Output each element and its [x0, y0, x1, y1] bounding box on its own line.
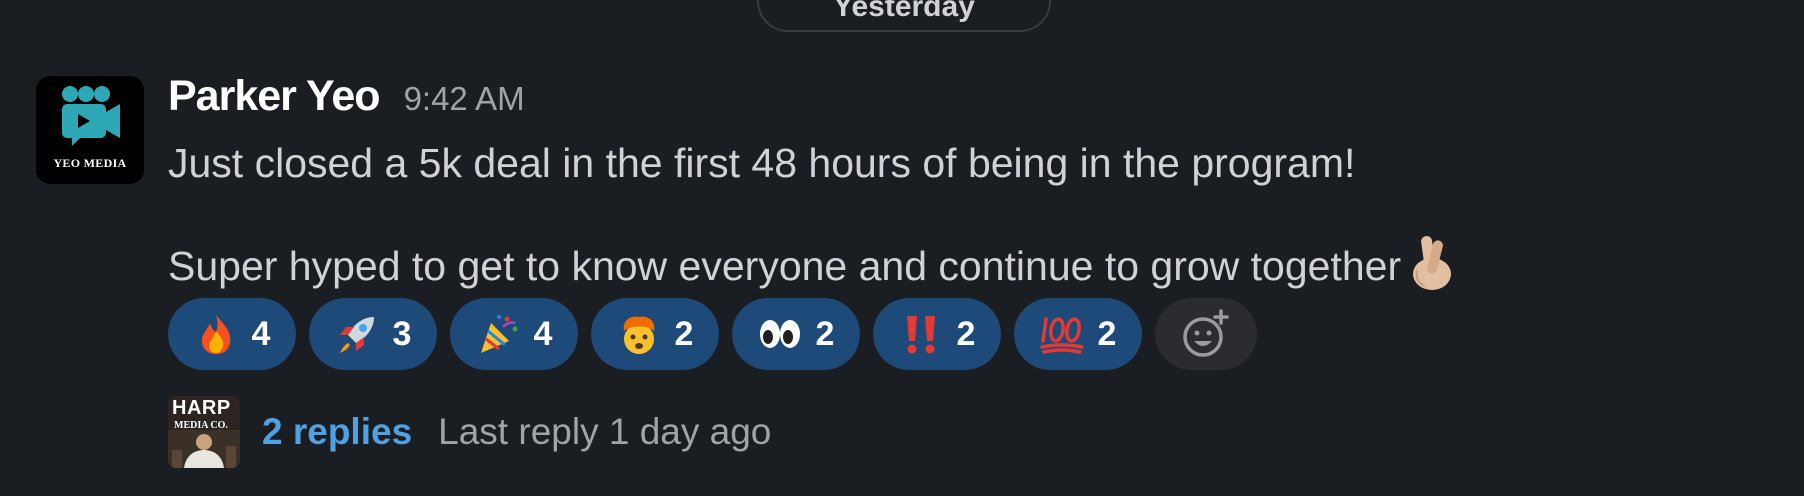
- add-reaction-button[interactable]: [1155, 298, 1257, 370]
- film-camera-people-icon: [62, 86, 120, 146]
- eyes-icon: [758, 312, 802, 356]
- reaction-exploding-head[interactable]: 2: [591, 298, 719, 370]
- reaction-eyes[interactable]: 2: [732, 298, 860, 370]
- message-line-2: Super hyped to get to know everyone and …: [168, 230, 1455, 302]
- reaction-double-exclamation[interactable]: 2: [873, 298, 1001, 370]
- reaction-rocket[interactable]: 3: [309, 298, 437, 370]
- reactions-bar: 4 3 4 2 2 2 2: [168, 298, 1257, 370]
- person-photo-icon: [168, 430, 240, 468]
- reaction-hundred-points[interactable]: 2: [1014, 298, 1142, 370]
- reaction-party-popper[interactable]: 4: [450, 298, 578, 370]
- replier-avatar-title: HARP: [172, 397, 231, 419]
- reaction-count: 3: [392, 314, 412, 353]
- thread-summary[interactable]: HARP MEDIA CO. 2 replies Last reply 1 da…: [168, 396, 771, 468]
- reaction-count: 2: [674, 314, 694, 353]
- exploding-head-icon: [617, 312, 661, 356]
- avatar-caption: YEO MEDIA: [53, 156, 127, 170]
- crossed-fingers-icon: [1409, 230, 1455, 302]
- date-divider-label: Yesterday: [833, 0, 975, 23]
- message-line-1: Just closed a 5k deal in the first 48 ho…: [168, 140, 1356, 186]
- message-view: Yesterday YEO MEDIA Parker Yeo 9:42 AM J…: [0, 0, 1804, 496]
- message-line-2-text: Super hyped to get to know everyone and …: [168, 242, 1402, 289]
- double-exclamation-icon: [899, 312, 943, 356]
- rocket-icon: [335, 312, 379, 356]
- reaction-count: 2: [956, 314, 976, 353]
- add-emoji-icon: [1183, 309, 1229, 357]
- party-popper-icon: [476, 312, 520, 356]
- message-header: Parker Yeo 9:42 AM: [168, 72, 525, 121]
- hundred-points-icon: [1039, 312, 1084, 356]
- author-avatar[interactable]: YEO MEDIA: [36, 76, 144, 184]
- last-reply-text: Last reply 1 day ago: [438, 411, 772, 452]
- replies-link[interactable]: 2 replies: [262, 411, 412, 453]
- reaction-count: 4: [533, 314, 553, 353]
- reaction-fire[interactable]: 4: [168, 298, 296, 370]
- replier-avatar[interactable]: HARP MEDIA CO.: [168, 396, 240, 468]
- message-timestamp[interactable]: 9:42 AM: [404, 80, 525, 118]
- reaction-count: 2: [1097, 314, 1117, 353]
- reaction-count: 4: [251, 314, 271, 353]
- reaction-count: 2: [815, 314, 835, 353]
- author-name[interactable]: Parker Yeo: [168, 72, 381, 121]
- fire-icon: [194, 312, 238, 356]
- date-divider[interactable]: Yesterday: [757, 0, 1051, 32]
